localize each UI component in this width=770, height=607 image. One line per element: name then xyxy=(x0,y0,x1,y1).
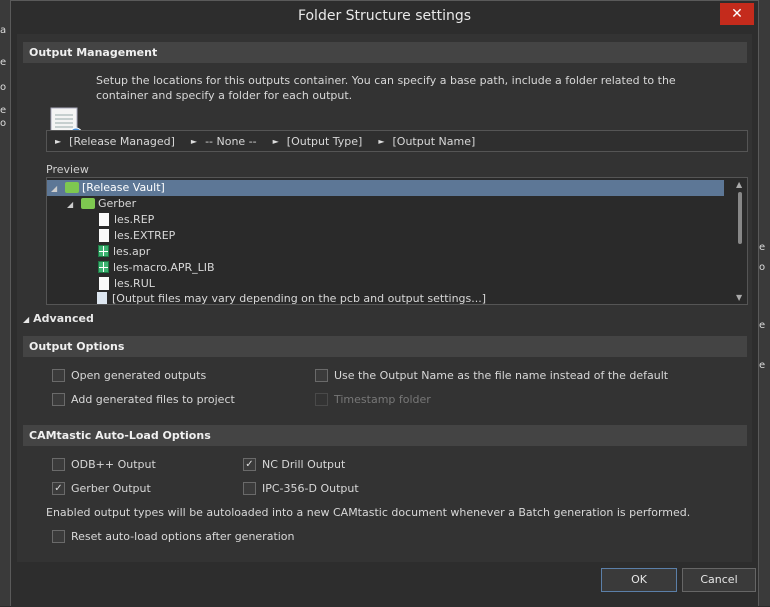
file-icon xyxy=(99,212,109,226)
checkbox-label: Gerber Output xyxy=(71,482,151,495)
cancel-button[interactable]: Cancel xyxy=(682,568,756,592)
files-icon xyxy=(97,291,107,304)
path-segment-container[interactable]: -- None -- xyxy=(205,135,257,148)
nc-drill-output-checkbox[interactable]: ✓ NC Drill Output xyxy=(243,458,345,471)
tree-item-label: [Output files may vary depending on the … xyxy=(112,292,487,305)
grid-file-icon xyxy=(98,261,109,273)
checkbox-box[interactable] xyxy=(315,369,328,382)
checkbox-label: Reset auto-load options after generation xyxy=(71,530,295,543)
use-output-name-checkbox[interactable]: Use the Output Name as the file name ins… xyxy=(315,369,668,382)
checkbox-box xyxy=(315,393,328,406)
checkbox-label: ODB++ Output xyxy=(71,458,156,471)
checkbox-label: IPC-356-D Output xyxy=(262,482,359,495)
collapse-triangle-icon: ◢ xyxy=(23,315,30,324)
scroll-up-icon[interactable]: ▲ xyxy=(736,180,742,189)
add-generated-files-checkbox[interactable]: Add generated files to project xyxy=(52,393,235,406)
file-icon xyxy=(99,228,109,242)
reset-autoload-checkbox[interactable]: Reset auto-load options after generation xyxy=(52,530,295,543)
tree-item-label: [Release Vault] xyxy=(82,181,165,194)
advanced-label: Advanced xyxy=(33,312,94,325)
tree-item-file[interactable]: les.REP xyxy=(99,212,154,228)
checkbox-label: Timestamp folder xyxy=(334,393,431,406)
close-button[interactable]: ✕ xyxy=(720,3,754,25)
arrow-right-icon: ► xyxy=(378,136,385,146)
advanced-toggle[interactable]: ◢ Advanced xyxy=(23,312,94,325)
preview-scrollbar[interactable]: ▲ ▼ xyxy=(733,178,747,304)
tree-item-label: les.apr xyxy=(113,245,151,258)
tree-item-label: les.RUL xyxy=(114,277,155,290)
tree-item-file[interactable]: les.RUL xyxy=(99,276,155,292)
checkbox-box[interactable]: ✓ xyxy=(52,482,65,495)
odb-output-checkbox[interactable]: ODB++ Output xyxy=(52,458,156,471)
checkbox-box[interactable]: ✓ xyxy=(243,458,256,471)
tree-item-file[interactable]: les.apr xyxy=(98,244,150,260)
timestamp-folder-checkbox: Timestamp folder xyxy=(315,393,431,406)
checkbox-box[interactable] xyxy=(52,393,65,406)
checkbox-box[interactable] xyxy=(243,482,256,495)
output-options-header: Output Options xyxy=(23,336,747,357)
gerber-output-checkbox[interactable]: ✓ Gerber Output xyxy=(52,482,151,495)
collapse-triangle-icon[interactable]: ◢ xyxy=(67,197,81,213)
tree-item-label: Gerber xyxy=(98,197,137,210)
tree-item-label: les-macro.APR_LIB xyxy=(113,261,215,274)
tree-item-label: les.EXTREP xyxy=(114,229,176,242)
checkbox-label: NC Drill Output xyxy=(262,458,346,471)
collapse-triangle-icon[interactable]: ◢ xyxy=(51,181,65,197)
title-bar: Folder Structure settings ✕ xyxy=(11,1,758,32)
tree-item-gerber[interactable]: ◢ Gerber xyxy=(67,196,136,212)
tree-item-file[interactable]: les-macro.APR_LIB xyxy=(98,260,215,276)
tree-item-label: les.REP xyxy=(114,213,155,226)
open-generated-outputs-checkbox[interactable]: Open generated outputs xyxy=(52,369,206,382)
ipc-output-checkbox[interactable]: IPC-356-D Output xyxy=(243,482,359,495)
checkbox-label: Use the Output Name as the file name ins… xyxy=(334,369,669,382)
path-segment-base[interactable]: [Release Managed] xyxy=(69,135,175,148)
checkbox-label: Open generated outputs xyxy=(71,369,207,382)
checkbox-box[interactable] xyxy=(52,458,65,471)
ok-button[interactable]: OK xyxy=(601,568,677,592)
path-segment-output-name[interactable]: [Output Name] xyxy=(393,135,476,148)
dialog-body: Output Management Setup the locations fo… xyxy=(17,34,752,562)
checkbox-box[interactable] xyxy=(52,369,65,382)
output-management-description: Setup the locations for this outputs con… xyxy=(96,74,676,102)
preview-label: Preview xyxy=(46,163,89,176)
scrollbar-thumb[interactable] xyxy=(738,192,742,244)
output-management-header: Output Management xyxy=(23,42,747,63)
tree-item-note[interactable]: [Output files may vary depending on the … xyxy=(97,291,487,305)
scroll-down-icon[interactable]: ▼ xyxy=(736,293,742,302)
preview-tree[interactable]: ◢ [Release Vault] ◢ Gerber les.REP les.EXT… xyxy=(46,177,748,305)
folder-icon xyxy=(81,197,95,209)
autoload-note: Enabled output types will be autoloaded … xyxy=(46,506,691,519)
checkbox-label: Add generated files to project xyxy=(71,393,235,406)
checkbox-box[interactable] xyxy=(52,530,65,543)
arrow-right-icon: ► xyxy=(190,136,198,146)
arrow-right-icon: ► xyxy=(55,136,62,146)
tree-item-release-vault[interactable]: ◢ [Release Vault] xyxy=(47,180,724,196)
path-structure-bar[interactable]: ► [Release Managed] ► -- None -- ► [Outp… xyxy=(46,130,748,152)
tree-item-file[interactable]: les.EXTREP xyxy=(99,228,175,244)
grid-file-icon xyxy=(98,245,109,257)
folder-structure-dialog: Folder Structure settings ✕ Output Manag… xyxy=(10,0,759,607)
arrow-right-icon: ► xyxy=(272,136,279,146)
camtastic-header: CAMtastic Auto-Load Options xyxy=(23,425,747,446)
folder-icon xyxy=(65,181,79,193)
file-icon xyxy=(99,276,109,290)
dialog-footer: OK Cancel xyxy=(11,562,758,607)
dialog-title: Folder Structure settings xyxy=(297,8,472,24)
path-segment-output-type[interactable]: [Output Type] xyxy=(287,135,363,148)
